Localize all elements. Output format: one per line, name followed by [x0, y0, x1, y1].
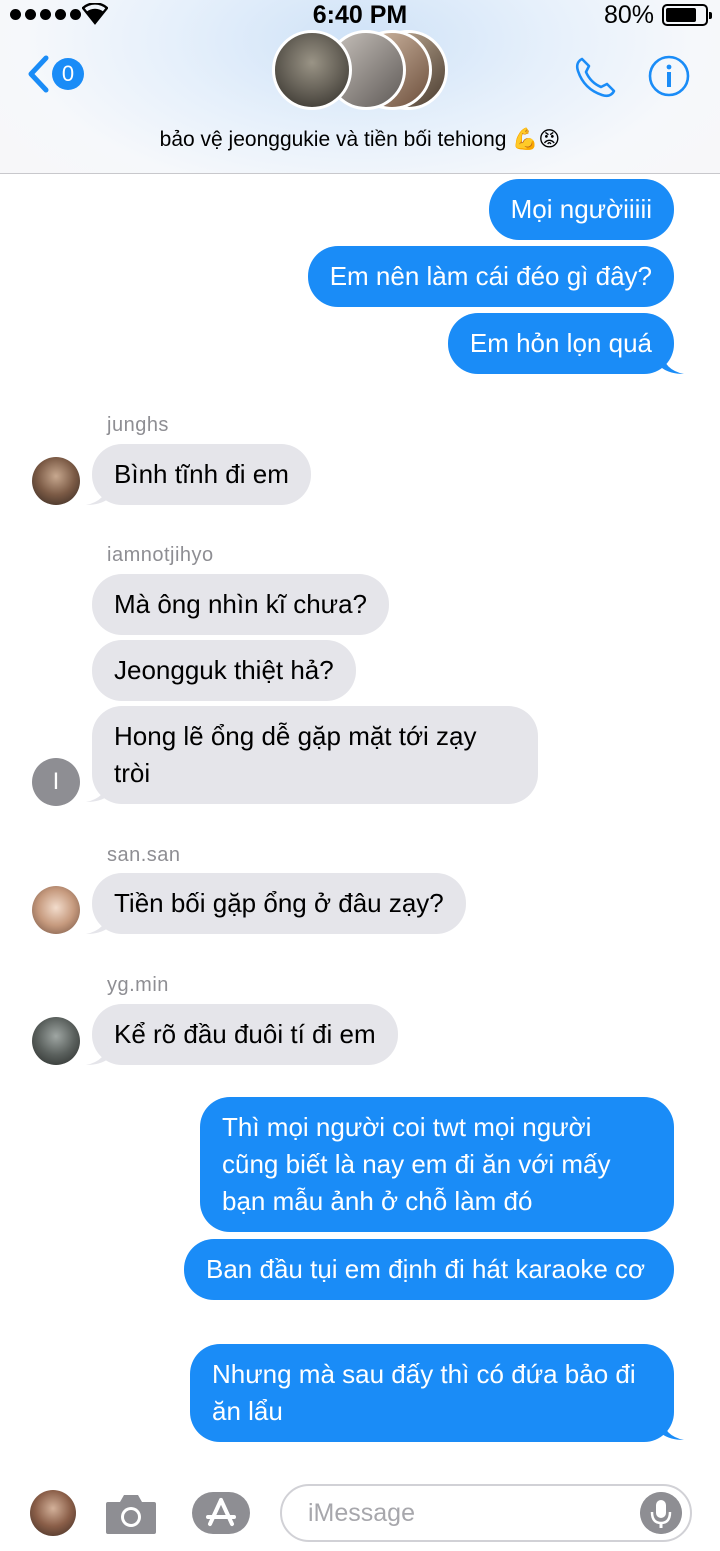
outgoing-message[interactable]: Em nên làm cái đéo gì đây? — [307, 246, 674, 307]
sender-avatar-yg-min[interactable] — [32, 1017, 80, 1065]
chevron-left-icon — [28, 55, 49, 93]
bubble-tail — [86, 780, 108, 802]
incoming-message[interactable]: Hong lẽ ổng dễ gặp mặt tới zạy tròi — [92, 706, 538, 804]
outgoing-message[interactable]: Thì mọi người coi twt mọi người cũng biế… — [200, 1097, 674, 1232]
group-member-avatar — [272, 30, 352, 110]
bubble-tail — [662, 1418, 684, 1440]
unread-count-badge: 0 — [52, 58, 84, 90]
compose-bar: iMessage — [0, 1470, 720, 1551]
sender-avatar-san-san[interactable] — [32, 886, 80, 934]
battery-icon — [662, 4, 712, 26]
sender-name: yg.min — [107, 974, 169, 996]
sender-avatar-iamnotjihyo[interactable]: I — [32, 758, 80, 806]
bubble-tail — [86, 1043, 108, 1065]
app-store-icon[interactable] — [190, 1490, 252, 1536]
group-name[interactable]: bảo vệ jeonggukie và tiền bối tehiong 💪😡 — [0, 127, 720, 152]
incoming-message[interactable]: Bình tĩnh đi em — [92, 444, 311, 505]
memoji-avatar-button[interactable] — [30, 1490, 76, 1536]
info-icon[interactable] — [648, 55, 690, 97]
sender-name: junghs — [107, 414, 169, 436]
incoming-message[interactable]: Mà ông nhìn kĩ chưa? — [92, 574, 390, 635]
incoming-message[interactable]: Tiền bối gặp ổng ở đâu zạy? — [92, 873, 466, 934]
back-button[interactable]: 0 — [26, 54, 84, 94]
bubble-tail — [86, 483, 108, 505]
outgoing-message[interactable]: Ban đầu tụi em định đi hát karaoke cơ — [184, 1239, 674, 1300]
phone-call-icon[interactable] — [572, 55, 618, 101]
camera-icon[interactable] — [104, 1490, 158, 1536]
incoming-message[interactable]: Kể rõ đầu đuôi tí đi em — [92, 1004, 398, 1065]
imessage-placeholder: iMessage — [308, 1499, 415, 1527]
outgoing-message[interactable]: Nhưng mà sau đấy thì có đứa bảo đi ăn lẩ… — [190, 1344, 674, 1442]
sender-avatar-junghs[interactable] — [32, 457, 80, 505]
incoming-message[interactable]: Jeongguk thiệt hả? — [92, 640, 356, 701]
bubble-tail — [662, 352, 684, 374]
battery-percent: 80% — [603, 1, 654, 29]
outgoing-message[interactable]: Mọi ngườiiiii — [488, 179, 674, 240]
sender-name: san.san — [107, 844, 181, 866]
conversation-header: 6:40 PM 80% 0 bảo vệ jeonggukie và tiền … — [0, 0, 720, 174]
sender-name: iamnotjihyo — [107, 544, 214, 566]
outgoing-message[interactable]: Em hỏn lọn quá — [447, 313, 674, 374]
imessage-input[interactable]: iMessage — [280, 1484, 692, 1542]
group-avatar-stack[interactable] — [272, 30, 452, 112]
microphone-icon[interactable] — [640, 1492, 682, 1534]
bubble-tail — [86, 912, 108, 934]
status-bar: 6:40 PM 80% — [0, 0, 720, 30]
